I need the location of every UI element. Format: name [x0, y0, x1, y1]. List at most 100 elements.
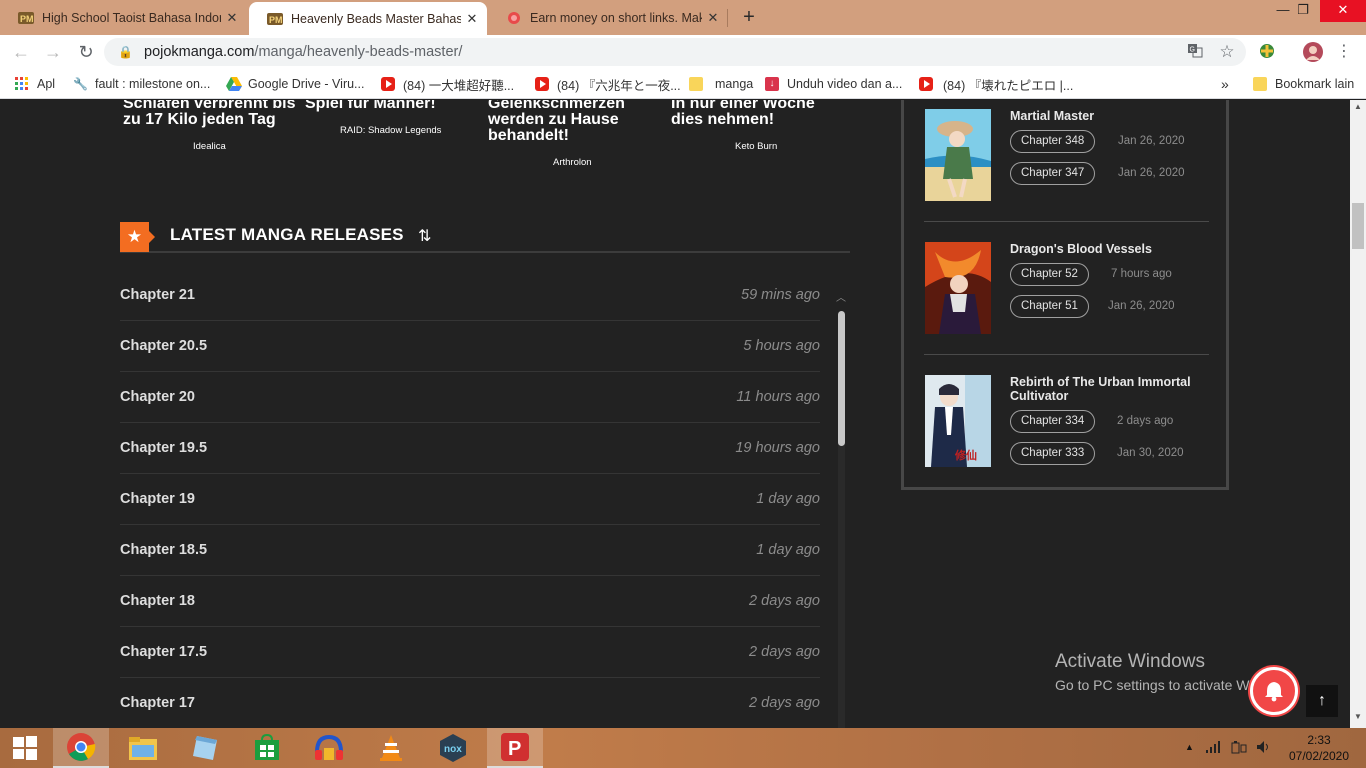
manga-cover[interactable] [925, 242, 991, 334]
scroll-up-arrow[interactable]: ▲ [1354, 102, 1362, 111]
bookmark-youtube-2[interactable]: (84) 『六兆年と一夜... [535, 74, 681, 94]
tray-expand-icon[interactable]: ▲ [1185, 742, 1194, 752]
tab-strip: PM High School Taoist Bahasa Indonesia ✕… [0, 0, 1366, 35]
back-button[interactable]: ← [8, 39, 34, 65]
scroll-down-arrow[interactable]: ▼ [1354, 712, 1362, 721]
manga-cover[interactable] [925, 109, 991, 201]
chapter-row[interactable]: Chapter 19.5 19 hours ago [120, 423, 820, 474]
bookmark-youtube-1[interactable]: (84) 一大堆超好聽... [381, 74, 514, 94]
tab-title: Heavenly Beads Master Bahasa Indonesia [291, 11, 461, 26]
forward-button[interactable]: → [40, 39, 66, 65]
profile-avatar[interactable] [1303, 42, 1323, 62]
chapter-row[interactable]: Chapter 19 1 day ago [120, 474, 820, 525]
chapter-name[interactable]: Chapter 21 [120, 287, 195, 303]
chapter-pill[interactable]: Chapter 51 [1010, 295, 1089, 318]
bookmark-label: (84) 『壊れたピエロ |... [943, 78, 1074, 93]
ad-headline[interactable]: Spiel für Männer! [305, 100, 485, 112]
bookmark-fault[interactable]: 🔧 fault : milestone on... [73, 74, 210, 94]
list-scrollbar-thumb[interactable] [838, 311, 845, 446]
battery-icon[interactable] [1231, 740, 1247, 757]
new-tab-button[interactable]: + [737, 5, 761, 29]
bookmark-other[interactable]: Bookmark lain [1253, 74, 1354, 94]
sort-icon[interactable]: ⇅ [418, 226, 431, 246]
store-taskbar-button[interactable] [239, 728, 295, 768]
start-button[interactable] [0, 728, 50, 768]
bookmark-youtube-3[interactable]: (84) 『壊れたピエロ |... [919, 74, 1073, 94]
chapter-row[interactable]: Chapter 20 11 hours ago [120, 372, 820, 423]
chapter-row[interactable]: Chapter 21 59 mins ago [120, 270, 820, 321]
chapter-pill[interactable]: Chapter 348 [1010, 130, 1096, 153]
apps-grid-icon [15, 77, 29, 91]
bookmark-google-drive[interactable]: Google Drive - Viru... [226, 74, 364, 94]
manga-title[interactable]: Dragon's Blood Vessels [1010, 242, 1205, 256]
chapter-name[interactable]: Chapter 19.5 [120, 440, 207, 456]
audio-app-taskbar-button[interactable] [301, 728, 357, 768]
ad-headline[interactable]: Gelenkschmerzen werden zu Hause behandel… [488, 100, 653, 144]
chapter-time: 1 day ago [756, 542, 820, 558]
clock-time: 2:33 [1307, 733, 1331, 747]
ad-headline[interactable]: In nur einer Woche dies nehmen! [671, 100, 831, 128]
chapter-row[interactable]: Chapter 17.5 2 days ago [120, 627, 820, 678]
close-tab-icon[interactable]: ✕ [702, 10, 724, 26]
chapter-name[interactable]: Chapter 18 [120, 593, 195, 609]
ad-source: Idealica [193, 141, 226, 152]
page-scrollbar[interactable]: ▲ ▼ [1350, 100, 1366, 728]
chrome-taskbar-button[interactable] [53, 728, 109, 768]
system-clock[interactable]: 2:33 07/02/2020 [1284, 732, 1354, 764]
notes-taskbar-button[interactable] [177, 728, 233, 768]
bookmark-manga[interactable]: manga [689, 74, 753, 94]
chapter-date: Jan 30, 2020 [1117, 447, 1184, 459]
list-scroll-up-icon[interactable]: ︿ [836, 289, 846, 304]
tab-earn-money[interactable]: Earn money on short links. Make ✕ [488, 0, 728, 35]
chapter-row[interactable]: Chapter 17 2 days ago [120, 678, 820, 728]
folder-icon [689, 77, 703, 91]
bookmark-apps[interactable]: Apl [15, 74, 55, 94]
chapter-name[interactable]: Chapter 20 [120, 389, 195, 405]
close-tab-icon[interactable]: ✕ [461, 11, 483, 27]
chapter-row[interactable]: Chapter 20.5 5 hours ago [120, 321, 820, 372]
notification-bell-button[interactable] [1250, 667, 1298, 715]
chapter-date: Jan 26, 2020 [1108, 300, 1175, 312]
back-to-top-button[interactable]: ↑ [1306, 685, 1338, 717]
bookmarks-more-button[interactable]: » [1221, 74, 1229, 94]
page-scrollbar-thumb[interactable] [1352, 203, 1364, 249]
tab-high-school-taoist[interactable]: PM High School Taoist Bahasa Indonesia ✕ [0, 0, 247, 35]
chapter-name[interactable]: Chapter 18.5 [120, 542, 207, 558]
chapter-row[interactable]: Chapter 18 2 days ago [120, 576, 820, 627]
chapter-row[interactable]: Chapter 18.5 1 day ago [120, 525, 820, 576]
chapter-time: 19 hours ago [735, 440, 820, 456]
chapter-pill[interactable]: Chapter 347 [1010, 162, 1096, 185]
menu-icon[interactable]: ⋮ [1334, 42, 1354, 62]
close-tab-icon[interactable]: ✕ [221, 10, 243, 26]
restore-button[interactable]: ❐ [1284, 0, 1322, 22]
bookmark-label: manga [715, 77, 754, 91]
bookmark-unduh-video[interactable]: ↓ Unduh video dan a... [765, 74, 902, 94]
extension-icon[interactable] [1257, 42, 1277, 62]
vlc-taskbar-button[interactable] [363, 728, 419, 768]
chapter-name[interactable]: Chapter 19 [120, 491, 195, 507]
chapter-name[interactable]: Chapter 20.5 [120, 338, 207, 354]
chapter-pill[interactable]: Chapter 52 [1010, 263, 1089, 286]
address-bar[interactable]: 🔒 pojokmanga.com/manga/heavenly-beads-ma… [104, 38, 1246, 66]
chapter-pill[interactable]: Chapter 334 [1010, 410, 1096, 433]
chapter-name[interactable]: Chapter 17 [120, 695, 195, 711]
manga-title[interactable]: Martial Master [1010, 109, 1205, 123]
manga-cover[interactable]: 修仙 [925, 375, 991, 467]
nox-taskbar-button[interactable]: nox [425, 728, 481, 768]
close-window-button[interactable]: ✕ [1320, 0, 1366, 22]
translate-icon[interactable]: G [1185, 42, 1205, 62]
ad-headline[interactable]: Schlafen verbrennt bis zu 17 Kilo jeden … [123, 100, 303, 128]
svg-text:P: P [508, 738, 521, 760]
signal-icon[interactable] [1206, 740, 1222, 757]
ad-source: RAID: Shadow Legends [340, 125, 442, 136]
chapter-name[interactable]: Chapter 17.5 [120, 644, 207, 660]
reload-button[interactable]: ↻ [73, 39, 99, 65]
manga-title[interactable]: Rebirth of The Urban Immortal Cultivator [1010, 375, 1205, 403]
chapter-time: 1 day ago [756, 491, 820, 507]
chapter-pill[interactable]: Chapter 333 [1010, 442, 1096, 465]
file-explorer-taskbar-button[interactable] [115, 728, 171, 768]
bookmark-star-icon[interactable]: ☆ [1217, 42, 1237, 62]
psiphon-taskbar-button[interactable]: P [487, 728, 543, 768]
tab-heavenly-beads-master[interactable]: PM Heavenly Beads Master Bahasa Indonesi… [249, 2, 487, 35]
volume-icon[interactable] [1256, 740, 1270, 757]
